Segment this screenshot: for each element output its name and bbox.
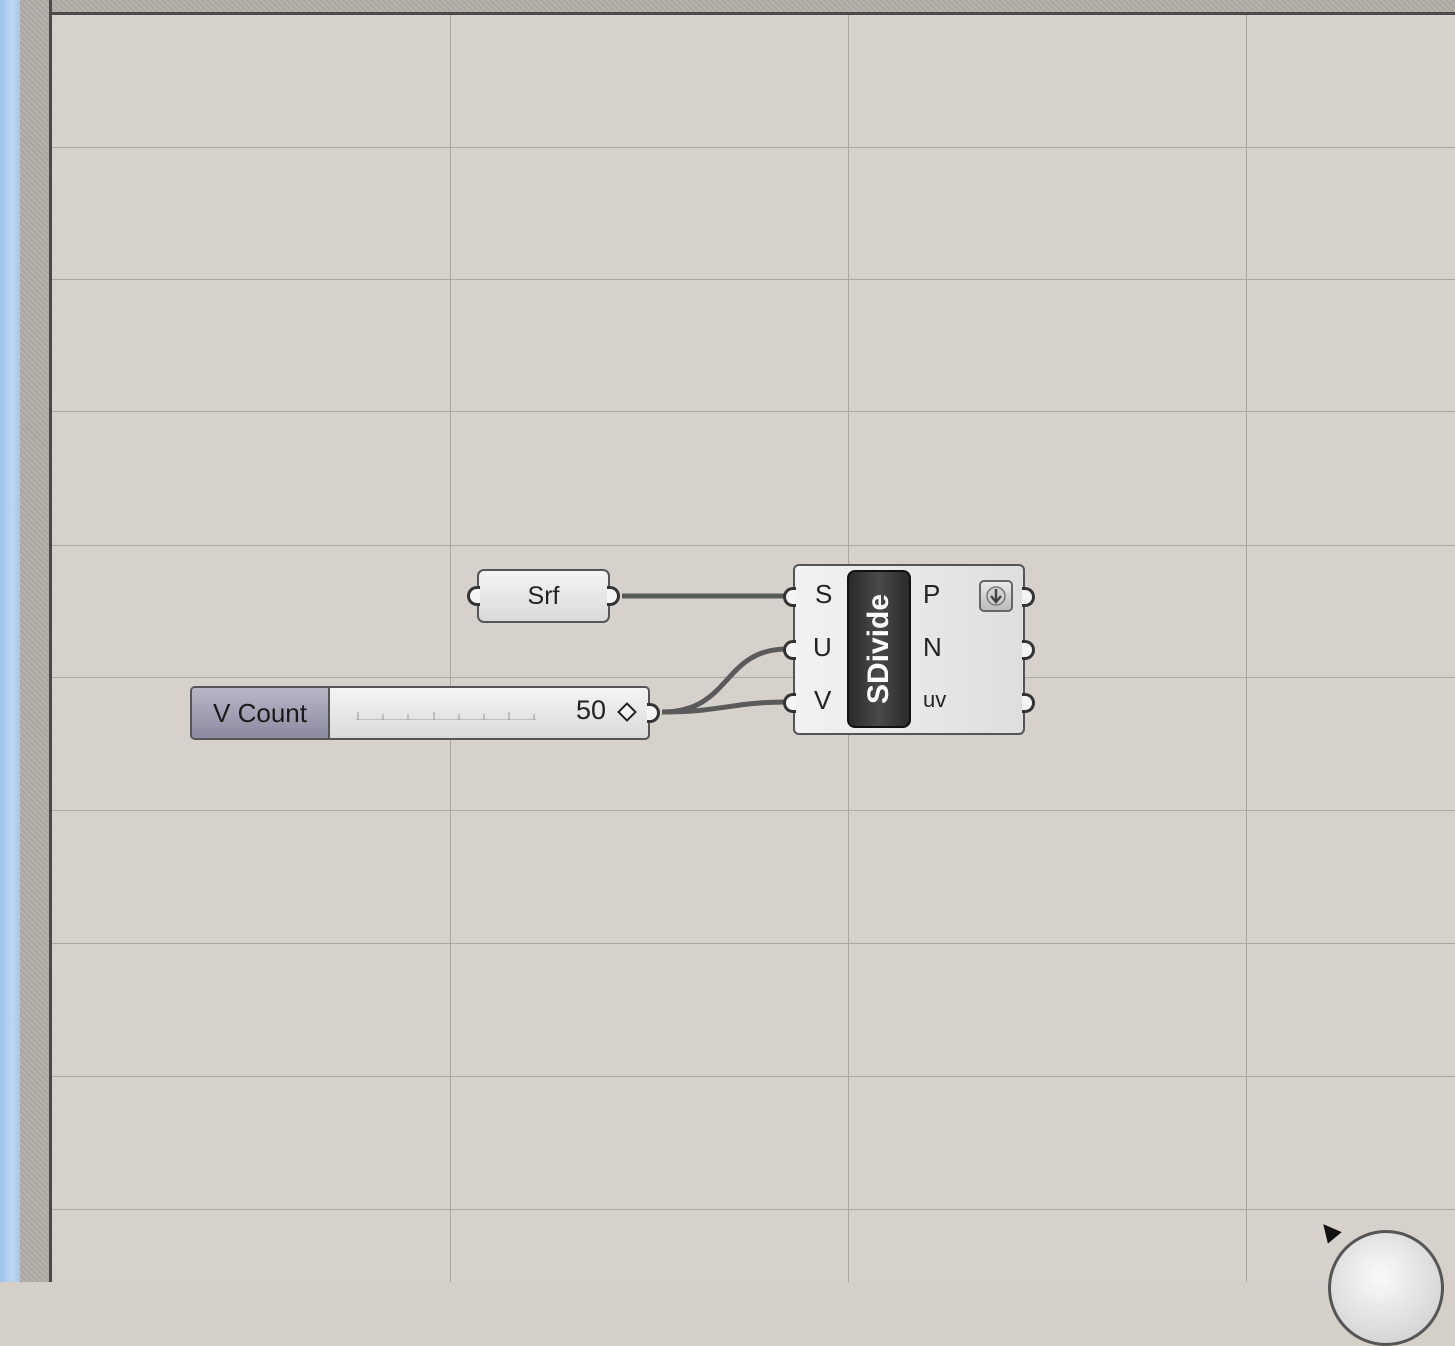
flatten-icon[interactable] xyxy=(979,580,1013,612)
slider-track[interactable] xyxy=(356,710,536,720)
slider-label: V Count xyxy=(192,688,330,738)
input-grip-u[interactable] xyxy=(783,640,796,660)
output-label-n: N xyxy=(923,632,942,662)
output-label-p: P xyxy=(923,579,941,609)
srf-label: Srf xyxy=(527,581,560,610)
input-label-v: V xyxy=(814,685,832,715)
input-label-u: U xyxy=(813,632,832,662)
slider-knob[interactable] xyxy=(617,702,637,722)
slider-value: 50 xyxy=(575,695,606,725)
srf-param[interactable]: Srf xyxy=(467,569,620,623)
input-label-s: S xyxy=(815,579,833,609)
navigation-compass-icon[interactable] xyxy=(1328,1230,1444,1346)
input-grip-v[interactable] xyxy=(783,693,796,713)
canvas-frame-left xyxy=(20,0,52,1282)
output-label-uv: uv xyxy=(923,687,947,712)
wires xyxy=(622,593,788,715)
sdivide-component[interactable]: S U V SDivide P N uv xyxy=(783,564,1035,735)
component-title: SDivide xyxy=(847,570,911,728)
canvas-frame-top xyxy=(20,0,1455,15)
srf-input-grip[interactable] xyxy=(467,586,480,606)
grasshopper-canvas[interactable]: Srf V Count 50 S U V SDivide P N uv xyxy=(52,15,1455,1282)
wire-vcount-to-v xyxy=(661,699,788,715)
component-title-text: SDivide xyxy=(862,593,896,705)
window-edge xyxy=(0,0,20,1282)
input-grip-s[interactable] xyxy=(783,587,796,607)
vcount-slider[interactable]: V Count 50 xyxy=(190,686,660,740)
